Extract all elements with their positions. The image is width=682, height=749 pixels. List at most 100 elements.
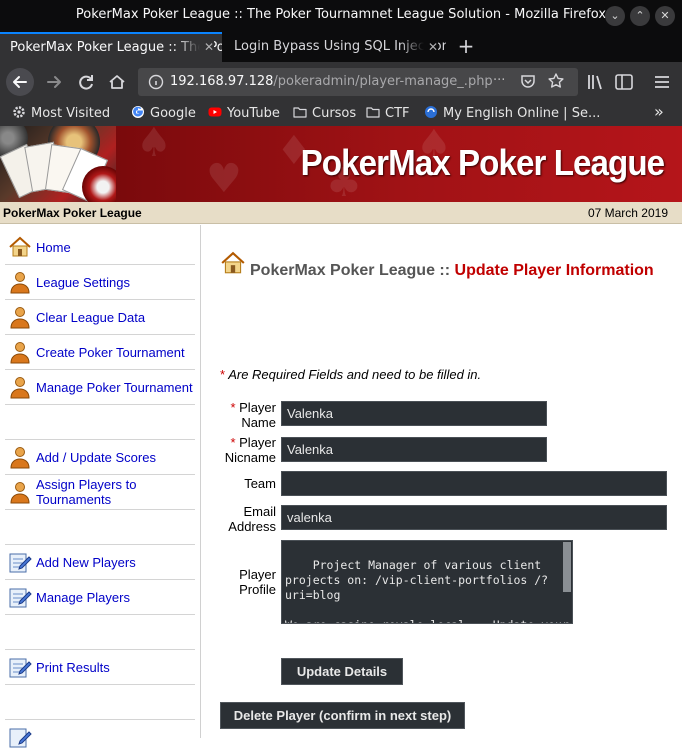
- bookmarks-overflow-icon[interactable]: »: [654, 102, 664, 121]
- player-profile-text: Project Manager of various client projec…: [285, 558, 569, 623]
- sidebar-item-manage-poker-tournament[interactable]: Manage Poker Tournament: [5, 370, 195, 405]
- delete-player-button[interactable]: Delete Player (confirm in next step): [220, 702, 465, 729]
- sidebar-item-create-poker-tournament[interactable]: Create Poker Tournament: [5, 335, 195, 370]
- page-title-site: PokerMax Poker League ::: [250, 262, 451, 279]
- sidebar-spacer: [5, 510, 195, 545]
- required-fields-note: * Are Required Fields and need to be fil…: [220, 367, 481, 382]
- url-bar[interactable]: 192.168.97.128/pokeradmin/player-manage_…: [138, 68, 578, 96]
- player-profile-textarea[interactable]: Project Manager of various client projec…: [281, 540, 573, 624]
- player-profile-label: Player Profile: [239, 567, 276, 597]
- sidebar-item-assign-players[interactable]: Assign Players to Tournaments: [5, 475, 195, 510]
- bookmark-label: Most Visited: [31, 106, 111, 121]
- update-details-button[interactable]: Update Details: [281, 658, 403, 685]
- tab-sql-injection[interactable]: Login Bypass Using SQL Injection ✕: [224, 32, 446, 62]
- admin-sidebar: Home League Settings Clear League Data C…: [0, 225, 201, 748]
- edit-icon: [9, 658, 32, 678]
- folder-icon: [366, 107, 380, 118]
- user-icon: [10, 272, 30, 294]
- forward-button[interactable]: [40, 68, 68, 96]
- bookmark-star-icon[interactable]: [547, 72, 565, 90]
- required-marker: *: [220, 367, 226, 382]
- player-name-input[interactable]: Valenka: [281, 401, 547, 426]
- close-window-icon[interactable]: ✕: [655, 6, 675, 26]
- library-icon[interactable]: [586, 73, 606, 91]
- sidebar-toggle-icon[interactable]: [614, 73, 634, 91]
- bookmark-label: CTF: [385, 106, 410, 121]
- reload-button[interactable]: [72, 68, 100, 96]
- league-banner: ♠ ♥ ♦ ♣ ♠ PokerMax Poker League: [0, 126, 682, 202]
- tab-close-icon[interactable]: ✕: [199, 34, 214, 61]
- sidebar-item-add-update-scores[interactable]: Add / Update Scores: [5, 440, 195, 475]
- window-titlebar: PokerMax Poker League :: The Poker Tourn…: [0, 0, 682, 32]
- back-arrow-icon: [13, 76, 27, 88]
- folder-icon: [293, 107, 307, 118]
- banner-title: PokerMax Poker League: [300, 142, 664, 183]
- google-icon: [132, 106, 144, 118]
- page-title: PokerMax Poker League :: Update Player I…: [220, 260, 670, 281]
- textarea-scrollbar[interactable]: [563, 542, 571, 592]
- window-title: PokerMax Poker League :: The Poker Tourn…: [75, 7, 607, 22]
- sidebar-item-league-settings[interactable]: League Settings: [5, 265, 195, 300]
- minimize-icon[interactable]: ⌄: [605, 6, 625, 26]
- email-label: Email Address: [228, 504, 276, 534]
- user-icon: [10, 482, 30, 504]
- sidebar-item-print-results[interactable]: Print Results: [5, 650, 195, 685]
- user-icon: [10, 307, 30, 329]
- home-button[interactable]: [103, 68, 131, 96]
- edit-icon: [9, 728, 32, 748]
- sidebar-spacer: [5, 615, 195, 650]
- sidebar-item-add-new-players[interactable]: Add New Players: [5, 545, 195, 580]
- pocket-icon[interactable]: [519, 72, 537, 90]
- bookmark-most-visited[interactable]: Most Visited: [12, 105, 110, 121]
- player-nicname-input[interactable]: Valenka: [281, 437, 547, 462]
- page-actions-icon[interactable]: ···: [493, 73, 505, 88]
- team-label: Team: [244, 476, 276, 491]
- sidebar-item-clear-league-data[interactable]: Clear League Data: [5, 300, 195, 335]
- user-icon: [10, 377, 30, 399]
- page-title-section: Update Player Information: [454, 262, 654, 279]
- bookmark-label: Cursos: [312, 106, 357, 121]
- globe-icon: [425, 106, 437, 118]
- bookmark-label: YouTube: [227, 106, 280, 121]
- new-tab-button[interactable]: +: [454, 32, 478, 62]
- home-icon: [109, 75, 125, 89]
- navigation-toolbar: 192.168.97.128/pokeradmin/player-manage_…: [0, 62, 682, 102]
- sidebar-spacer: [5, 405, 195, 440]
- bookmarks-toolbar: Most Visited Google YouTube Cursos CTF M…: [0, 102, 682, 126]
- bookmark-youtube[interactable]: YouTube: [208, 105, 280, 121]
- current-date: 07 March 2019: [587, 206, 668, 220]
- team-input[interactable]: [281, 471, 667, 496]
- tab-pokermax[interactable]: PokerMax Poker League :: The Poker Tourn…: [0, 32, 222, 62]
- sidebar-spacer: [5, 685, 195, 720]
- bookmark-label: Google: [150, 106, 196, 121]
- url-path: /pokeradmin/player-manage_.php: [273, 74, 493, 89]
- info-icon[interactable]: [148, 74, 164, 90]
- poker-cards-image: [0, 126, 124, 202]
- sidebar-item-home[interactable]: Home: [5, 234, 195, 265]
- league-name: PokerMax Poker League: [3, 206, 142, 220]
- edit-icon: [9, 588, 32, 608]
- url-host: 192.168.97.128: [170, 74, 274, 89]
- bookmark-google[interactable]: Google: [131, 105, 196, 121]
- gear-icon: [13, 106, 25, 118]
- tab-bar: PokerMax Poker League :: The Poker Tourn…: [0, 32, 682, 62]
- tab-close-icon[interactable]: ✕: [423, 32, 438, 62]
- user-icon: [10, 447, 30, 469]
- url-text[interactable]: 192.168.97.128/pokeradmin/player-manage_…: [170, 74, 500, 89]
- bookmark-ctf[interactable]: CTF: [366, 105, 410, 121]
- bookmark-label: My English Online | Se...: [443, 106, 601, 121]
- hamburger-menu-icon[interactable]: [653, 73, 671, 91]
- bookmark-my-english-online[interactable]: My English Online | Se...: [424, 105, 600, 121]
- maximize-icon[interactable]: ⌃: [630, 6, 650, 26]
- league-info-bar: PokerMax Poker League 07 March 2019: [0, 202, 682, 224]
- sidebar-item-manage-players[interactable]: Manage Players: [5, 580, 195, 615]
- required-note-text: Are Required Fields and need to be fille…: [228, 367, 482, 382]
- reload-icon: [79, 75, 93, 90]
- user-icon: [10, 342, 30, 364]
- bookmark-cursos[interactable]: Cursos: [293, 105, 356, 121]
- edit-icon: [9, 553, 32, 573]
- back-button[interactable]: [6, 68, 34, 96]
- email-input[interactable]: valenka: [281, 505, 667, 530]
- forward-arrow-icon: [47, 76, 61, 88]
- player-name-label: * Player Name: [230, 400, 276, 430]
